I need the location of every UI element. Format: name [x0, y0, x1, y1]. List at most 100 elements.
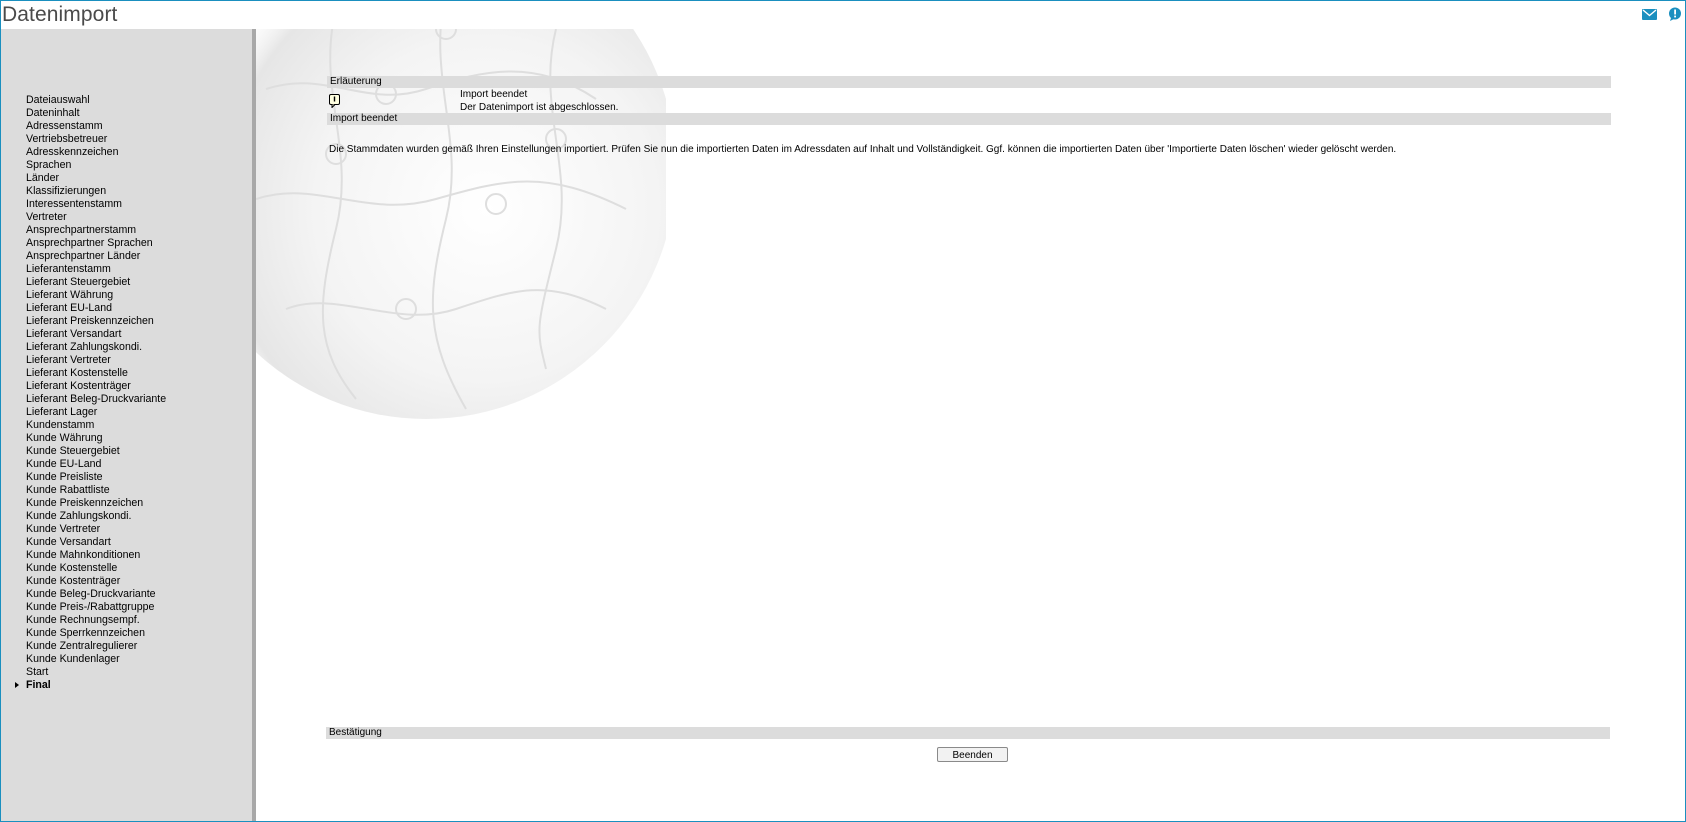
section-header-explanation: Erläuterung [327, 76, 1611, 88]
sidebar-item-kunde-zentralregulierer[interactable]: Kunde Zentralregulierer [26, 640, 166, 653]
sidebar-item-label: Dateninhalt [26, 107, 80, 119]
sidebar-item-kunde-rechnungsempf[interactable]: Kunde Rechnungsempf. [26, 614, 166, 627]
sidebar-item-kunde-steuergebiet[interactable]: Kunde Steuergebiet [26, 445, 166, 458]
sidebar-item-label: Kundenstamm [26, 419, 95, 431]
sidebar-item-dateninhalt[interactable]: Dateninhalt [26, 107, 166, 120]
info-icon [329, 94, 340, 108]
sidebar-item-kunde-währung[interactable]: Kunde Währung [26, 432, 166, 445]
sidebar-item-adressenstamm[interactable]: Adressenstamm [26, 120, 166, 133]
sidebar-item-sprachen[interactable]: Sprachen [26, 159, 166, 172]
sidebar-item-kunde-preisliste[interactable]: Kunde Preisliste [26, 471, 166, 484]
section-header-label: Bestätigung [329, 727, 382, 738]
sidebar-item-lieferant-steuergebiet[interactable]: Lieferant Steuergebiet [26, 276, 166, 289]
sidebar-item-kunde-beleg-druckvariante[interactable]: Kunde Beleg-Druckvariante [26, 588, 166, 601]
sidebar-item-label: Lieferant Versandart [26, 328, 122, 340]
help-icon[interactable] [1668, 7, 1682, 26]
sidebar-item-dateiauswahl[interactable]: Dateiauswahl [26, 94, 166, 107]
sidebar-item-label: Kunde Rabattliste [26, 484, 110, 496]
sidebar-item-kunde-kostenstelle[interactable]: Kunde Kostenstelle [26, 562, 166, 575]
sidebar-item-klassifizierungen[interactable]: Klassifizierungen [26, 185, 166, 198]
sidebar-item-label: Kunde Zahlungskondi. [26, 510, 132, 522]
sidebar-item-label: Lieferant Zahlungskondi. [26, 341, 143, 353]
sidebar: Dateiauswahl Dateninhalt Adressenstamm Vert… [1, 29, 252, 821]
title-bar: Datenimport [1, 1, 1685, 29]
sidebar-item-label: Lieferant Währung [26, 289, 114, 301]
sidebar-item-kunde-vertreter[interactable]: Kunde Vertreter [26, 523, 166, 536]
sidebar-item-kunde-kundenlager[interactable]: Kunde Kundenlager [26, 653, 166, 666]
sidebar-item-start[interactable]: Start [26, 666, 166, 679]
sidebar-item-label: Lieferant Kostenstelle [26, 367, 128, 379]
sidebar-item-label: Kunde Rechnungsempf. [26, 614, 140, 626]
sidebar-item-lieferant-lager[interactable]: Lieferant Lager [26, 406, 166, 419]
sidebar-item-kunde-preis-rabattgruppe[interactable]: Kunde Preis-/Rabattgruppe [26, 601, 166, 614]
section-header-confirmation: Bestätigung [326, 727, 1610, 739]
sidebar-item-label: Lieferant Preiskennzeichen [26, 315, 154, 327]
sidebar-item-lieferant-zahlungskondi[interactable]: Lieferant Zahlungskondi. [26, 341, 166, 354]
sidebar-item-label: Kunde Zentralregulierer [26, 640, 138, 652]
sidebar-item-lieferant-kostenträger[interactable]: Lieferant Kostenträger [26, 380, 166, 393]
section-header-label: Import beendet [330, 113, 398, 124]
sidebar-item-lieferant-vertreter[interactable]: Lieferant Vertreter [26, 354, 166, 367]
sidebar-item-ansprechpartner-sprachen[interactable]: Ansprechpartner Sprachen [26, 237, 166, 250]
sidebar-item-interessentenstamm[interactable]: Interessentenstamm [26, 198, 166, 211]
sidebar-item-label: Lieferant Lager [26, 406, 98, 418]
sidebar-item-lieferant-währung[interactable]: Lieferant Währung [26, 289, 166, 302]
sidebar-item-kunde-zahlungskondi[interactable]: Kunde Zahlungskondi. [26, 510, 166, 523]
sidebar-item-label: Dateiauswahl [26, 94, 90, 106]
sidebar-item-label: Kunde Kostenträger [26, 575, 121, 587]
sidebar-item-label: Ansprechpartner Sprachen [26, 237, 153, 249]
sidebar-item-label: Vertreter [26, 211, 67, 223]
sidebar-item-label: Final [26, 679, 51, 691]
status-description: Die Stammdaten wurden gemäß Ihren Einste… [329, 144, 1397, 155]
mail-icon[interactable] [1642, 7, 1657, 25]
sidebar-item-lieferant-kostenstelle[interactable]: Lieferant Kostenstelle [26, 367, 166, 380]
sidebar-item-label: Kunde Steuergebiet [26, 445, 120, 457]
sidebar-item-kunde-mahnkonditionen[interactable]: Kunde Mahnkonditionen [26, 549, 166, 562]
sidebar-item-label: Ansprechpartnerstamm [26, 224, 137, 236]
sidebar-item-ansprechpartner-länder[interactable]: Ansprechpartner Länder [26, 250, 166, 263]
sidebar-item-kunde-eu-land[interactable]: Kunde EU-Land [26, 458, 166, 471]
sidebar-item-kunde-versandart[interactable]: Kunde Versandart [26, 536, 166, 549]
sidebar-item-label: Kunde EU-Land [26, 458, 102, 470]
sidebar-item-label: Kunde Preisliste [26, 471, 103, 483]
app-title: Datenimport [2, 3, 118, 26]
sidebar-item-kunde-sperrkennzeichen[interactable]: Kunde Sperrkennzeichen [26, 627, 166, 640]
sidebar-item-label: Kunde Sperrkennzeichen [26, 627, 145, 639]
finish-button[interactable]: Beenden [937, 747, 1008, 762]
sidebar-item-label: Adressenstamm [26, 120, 103, 132]
sidebar-item-label: Lieferant Vertreter [26, 354, 111, 366]
sidebar-item-label: Kunde Währung [26, 432, 103, 444]
sidebar-item-lieferant-preiskennzeichen[interactable]: Lieferant Preiskennzeichen [26, 315, 166, 328]
sidebar-item-ansprechpartnerstamm[interactable]: Ansprechpartnerstamm [26, 224, 166, 237]
sidebar-item-label: Vertriebsbetreuer [26, 133, 108, 145]
sidebar-item-adresskennzeichen[interactable]: Adresskennzeichen [26, 146, 166, 159]
wizard-step-list: Dateiauswahl Dateninhalt Adressenstamm Vert… [15, 94, 166, 692]
sidebar-item-vertreter[interactable]: Vertreter [26, 211, 166, 224]
section-header-label: Erläuterung [330, 76, 382, 87]
sidebar-item-kundenstamm[interactable]: Kundenstamm [26, 419, 166, 432]
sidebar-item-label: Start [26, 666, 49, 678]
sidebar-item-lieferant-beleg-druckvariante[interactable]: Lieferant Beleg-Druckvariante [26, 393, 166, 406]
sidebar-item-label: Lieferant Kostenträger [26, 380, 131, 392]
sidebar-item-label: Lieferant Beleg-Druckvariante [26, 393, 167, 405]
sidebar-item-label: Adresskennzeichen [26, 146, 119, 158]
sidebar-item-label: Klassifizierungen [26, 185, 107, 197]
sidebar-item-kunde-preiskennzeichen[interactable]: Kunde Preiskennzeichen [26, 497, 166, 510]
sidebar-item-label: Ansprechpartner Länder [26, 250, 141, 262]
sidebar-item-länder[interactable]: Länder [26, 172, 166, 185]
sidebar-item-label: Kunde Vertreter [26, 523, 101, 535]
sidebar-item-lieferant-versandart[interactable]: Lieferant Versandart [26, 328, 166, 341]
sidebar-item-lieferant-eu-land[interactable]: Lieferant EU-Land [26, 302, 166, 315]
sidebar-item-label: Interessentenstamm [26, 198, 122, 210]
sidebar-item-lieferantenstamm[interactable]: Lieferantenstamm [26, 263, 166, 276]
explanation-message: Der Datenimport ist abgeschlossen. [460, 102, 619, 113]
sidebar-item-kunde-kostenträger[interactable]: Kunde Kostenträger [26, 575, 166, 588]
current-step-arrow-icon [15, 682, 19, 688]
sidebar-item-final[interactable]: Final [15, 679, 166, 692]
sidebar-item-label: Lieferant EU-Land [26, 302, 112, 314]
sidebar-item-vertriebsbetreuer[interactable]: Vertriebsbetreuer [26, 133, 166, 146]
sidebar-item-label: Lieferantenstamm [26, 263, 111, 275]
sidebar-item-label: Kunde Kundenlager [26, 653, 120, 665]
sidebar-item-kunde-rabattliste[interactable]: Kunde Rabattliste [26, 484, 166, 497]
sidebar-item-label: Kunde Preis-/Rabattgruppe [26, 601, 155, 613]
